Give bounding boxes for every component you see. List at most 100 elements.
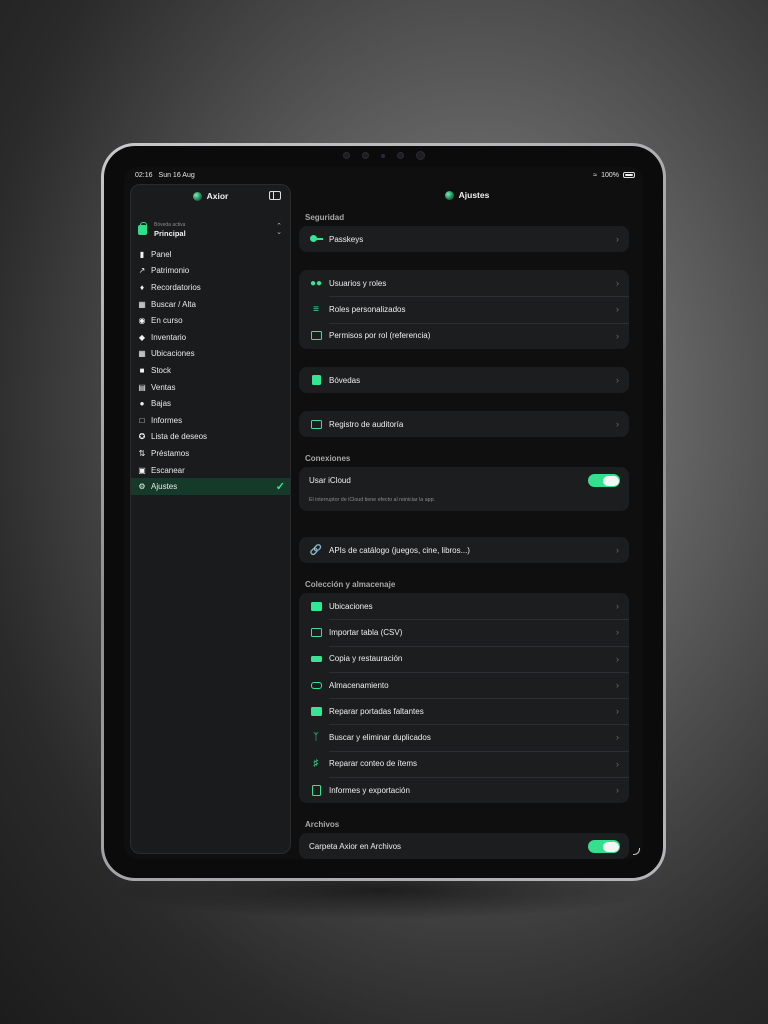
sidebar-item-ajustes[interactable]: ⚙ Ajustes ✓ bbox=[131, 478, 290, 495]
row-passkeys[interactable]: Passkeys › bbox=[299, 226, 629, 252]
status-bar: 02:16 Sun 16 Aug ≈ 100% bbox=[124, 167, 643, 183]
section-title-collection: Colección y almacenaje bbox=[305, 580, 396, 589]
section-title-security: Seguridad bbox=[305, 213, 345, 222]
page-title: Ajustes bbox=[458, 190, 490, 200]
bell-icon: ♦ bbox=[139, 282, 145, 292]
sidebar-item-label: Panel bbox=[151, 249, 172, 259]
row-label: Copia y restauración bbox=[329, 654, 403, 664]
sidebar-item-prestamos[interactable]: ⇅ Préstamos bbox=[131, 445, 290, 462]
row-label: Reparar portadas faltantes bbox=[329, 706, 424, 716]
icloud-footnote: El interruptor de iCloud tiene efecto al… bbox=[309, 497, 436, 504]
group-security: Passkeys › bbox=[299, 226, 629, 253]
line-chart-icon: ↗ bbox=[138, 266, 146, 276]
scroll-indicator bbox=[633, 848, 640, 855]
sidebar-item-lista-deseos[interactable]: ✪ Lista de deseos bbox=[131, 429, 290, 446]
row-locations[interactable]: Ubicaciones › bbox=[299, 593, 629, 619]
sidebar-item-patrimonio[interactable]: ↗ Patrimonio bbox=[131, 263, 290, 280]
row-role-permissions[interactable]: Permisos por rol (referencia) › bbox=[299, 322, 629, 349]
chevron-updown-icon: ⌃ ⌄ bbox=[276, 223, 282, 236]
files-folder-toggle[interactable] bbox=[588, 840, 620, 853]
row-label: Registro de auditoría bbox=[329, 419, 404, 429]
sidebar-item-en-curso[interactable]: ◉ En curso bbox=[131, 312, 290, 329]
row-users-roles[interactable]: ●● Usuarios y roles › bbox=[299, 270, 629, 296]
row-label: Bóvedas bbox=[329, 375, 361, 385]
dollar-circle-icon: ● bbox=[139, 399, 145, 409]
row-reports-export[interactable]: Informes y exportación › bbox=[299, 777, 629, 803]
chevron-right-icon: › bbox=[616, 545, 619, 555]
row-vaults[interactable]: Bóvedas › bbox=[299, 367, 629, 393]
chevron-right-icon: › bbox=[616, 304, 619, 315]
settings-header: Ajustes bbox=[291, 184, 643, 206]
app-logo-icon bbox=[192, 191, 202, 201]
chevron-right-icon: › bbox=[616, 330, 619, 341]
document-icon: □ bbox=[139, 415, 145, 425]
drive-icon bbox=[309, 680, 323, 691]
gear-icon: ⚙ bbox=[138, 482, 146, 492]
group-collection: Ubicaciones › Importar tabla (CSV) › Copia… bbox=[299, 593, 629, 804]
sidebar-item-label: En curso bbox=[151, 316, 183, 326]
sidebar-item-label: Bajas bbox=[151, 399, 172, 409]
sidebar-item-stock[interactable]: ■ Stock bbox=[131, 362, 290, 379]
chevron-right-icon: › bbox=[616, 785, 619, 796]
lock-icon bbox=[309, 375, 323, 386]
section-title-files: Archivos bbox=[305, 820, 340, 829]
chart-bar-icon: ▮ bbox=[139, 249, 145, 259]
row-label: Permisos por rol (referencia) bbox=[329, 331, 431, 341]
row-label: Passkeys bbox=[329, 234, 364, 244]
cube-icon: ◆ bbox=[138, 332, 146, 342]
checkmark-icon: ✓ bbox=[275, 481, 285, 494]
group-connections: Usar iCloud El interruptor de iCloud tie… bbox=[299, 467, 629, 512]
vault-caption: Bóveda activa bbox=[154, 222, 186, 228]
sidebar-item-label: Ajustes bbox=[151, 482, 178, 492]
group-users: ●● Usuarios y roles › ≡ Roles personalizado… bbox=[299, 270, 629, 349]
row-audit-log[interactable]: Registro de auditoría › bbox=[299, 411, 629, 437]
battery-icon bbox=[623, 172, 635, 178]
chevron-right-icon: › bbox=[616, 706, 619, 717]
group-audit: Registro de auditoría › bbox=[299, 411, 629, 438]
screen: 02:16 Sun 16 Aug ≈ 100% Axior Bóveda act… bbox=[124, 167, 643, 859]
sidebar-item-label: Ventas bbox=[151, 382, 176, 392]
settings-pane: Ajustes Seguridad Passkeys › ●● Usuarios y… bbox=[291, 184, 643, 859]
sidebar-item-label: Recordatorios bbox=[151, 282, 201, 292]
document-icon bbox=[309, 784, 323, 796]
sensor-icon bbox=[396, 152, 404, 159]
sidebar-item-label: Informes bbox=[151, 415, 183, 425]
archive-icon: ■ bbox=[139, 365, 145, 375]
sidebar-item-label: Buscar / Alta bbox=[151, 299, 196, 309]
sidebar-item-label: Ubicaciones bbox=[151, 349, 195, 359]
row-custom-roles[interactable]: ≡ Roles personalizados › bbox=[299, 296, 629, 322]
row-fix-count[interactable]: ♯ Reparar conteo de ítems › bbox=[299, 750, 629, 777]
chevron-right-icon: › bbox=[616, 732, 619, 743]
sidebar-item-label: Préstamos bbox=[151, 448, 190, 458]
arrows-icon: ⇅ bbox=[138, 448, 146, 458]
people-icon: ●● bbox=[309, 277, 323, 289]
sidebar-item-inventario[interactable]: ◆ Inventario bbox=[131, 329, 290, 346]
row-label: Importar tabla (CSV) bbox=[329, 627, 403, 637]
sidebar-item-ventas[interactable]: ▤ Ventas bbox=[131, 379, 290, 396]
row-backup-restore[interactable]: Copia y restauración › bbox=[299, 645, 629, 672]
sidebar-item-bajas[interactable]: ● Bajas bbox=[131, 395, 290, 412]
chevron-right-icon: › bbox=[616, 234, 619, 244]
battery-percent: 100% bbox=[601, 171, 619, 179]
sidebar-title: Axior bbox=[206, 191, 229, 201]
row-catalog-apis[interactable]: 🔗 APIs de catálogo (juegos, cine, libros.… bbox=[299, 537, 629, 563]
map-icon: ▦ bbox=[138, 349, 146, 359]
number-circle-icon: ♯ bbox=[313, 758, 319, 770]
status-time: 02:16 bbox=[135, 171, 153, 179]
sidebar-item-recordatorios[interactable]: ♦ Recordatorios bbox=[131, 279, 290, 296]
sidebar-item-ubicaciones[interactable]: ▦ Ubicaciones bbox=[131, 346, 290, 363]
icloud-toggle[interactable] bbox=[588, 474, 620, 487]
sidebar-toggle-icon[interactable] bbox=[269, 191, 281, 200]
sliders-icon: ≡ bbox=[313, 303, 319, 315]
vault-selector[interactable]: Bóveda activa Principal ⌃ ⌄ bbox=[131, 219, 290, 241]
row-import-csv[interactable]: Importar tabla (CSV) › bbox=[299, 619, 629, 645]
row-storage[interactable]: Almacenamiento › bbox=[299, 671, 629, 698]
sidebar-item-buscar-alta[interactable]: ▦ Buscar / Alta bbox=[131, 296, 290, 313]
sidebar-item-informes[interactable]: □ Informes bbox=[131, 412, 290, 429]
link-icon: 🔗 bbox=[309, 544, 323, 556]
sidebar-item-panel[interactable]: ▮ Panel bbox=[131, 246, 290, 263]
sidebar-item-escanear[interactable]: ▣ Escanear bbox=[131, 462, 290, 479]
row-duplicates[interactable]: ᛉ Buscar y eliminar duplicados › bbox=[299, 724, 629, 750]
row-fix-covers[interactable]: Reparar portadas faltantes › bbox=[299, 698, 629, 724]
camera-housing bbox=[342, 151, 425, 160]
